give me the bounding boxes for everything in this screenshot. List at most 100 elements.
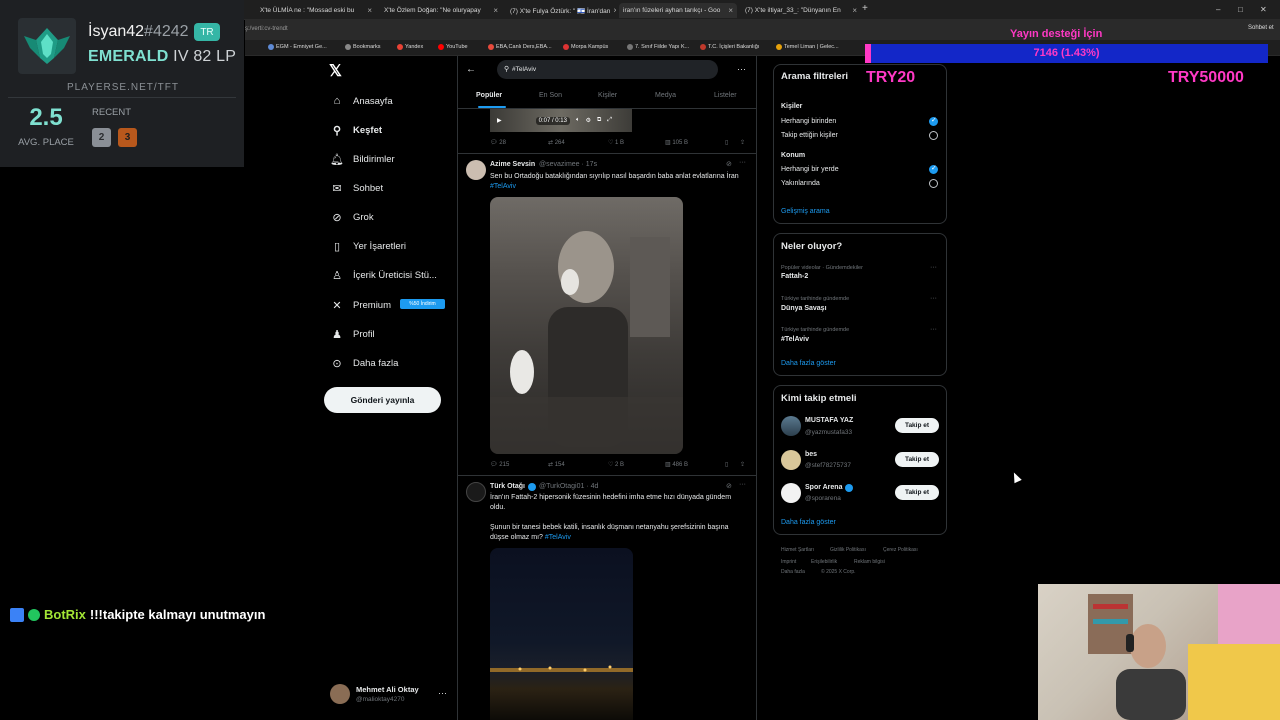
tab-people[interactable]: Kişiler xyxy=(598,92,617,99)
close-icon[interactable]: × xyxy=(613,6,616,15)
fullscreen-icon[interactable]: ⤢ xyxy=(607,117,612,124)
share-icon[interactable]: ⇪ xyxy=(740,461,745,468)
tab-media[interactable]: Medya xyxy=(655,92,676,99)
minimize-icon[interactable]: – xyxy=(1216,5,1220,14)
avatar[interactable] xyxy=(781,450,801,470)
maximize-icon[interactable]: □ xyxy=(1238,5,1243,14)
follow-button[interactable]: Takip et xyxy=(895,452,939,467)
tab-lists[interactable]: Listeler xyxy=(714,92,737,99)
hashtag-link[interactable]: #TelAviv xyxy=(490,183,516,190)
bookmark-icon[interactable]: ▯ xyxy=(725,139,728,146)
tweet-author-name[interactable]: Türk Otağı xyxy=(490,483,525,490)
browser-tab[interactable]: X'te ÜLMİA ne : "Mossad eski bu × xyxy=(256,3,376,18)
trend-item[interactable]: #TelAviv xyxy=(781,336,809,343)
follow-button[interactable]: Takip et xyxy=(895,485,939,500)
account-name[interactable]: Mehmet Ali Oktay xyxy=(356,685,419,694)
nav-item-notifications[interactable]: 🔔︎ Bildirimler xyxy=(330,150,395,168)
back-arrow-icon[interactable]: ← xyxy=(466,64,476,75)
tab-latest[interactable]: En Son xyxy=(539,92,562,99)
avatar[interactable] xyxy=(466,482,486,502)
reply-button[interactable]: 💬︎ 215 xyxy=(490,461,509,468)
repost-button[interactable]: ⇄ 154 xyxy=(548,461,565,468)
captions-icon[interactable]: ⧉ xyxy=(597,117,601,124)
window-close-icon[interactable]: ✕ xyxy=(1260,5,1267,14)
footer-link[interactable]: Gizlilik Politikası xyxy=(830,547,866,553)
avatar[interactable] xyxy=(466,160,486,180)
browser-tab[interactable]: (7) X'te iltiyar_33_: "Dünyanın En × xyxy=(741,3,861,18)
like-button[interactable]: ♡ 1 B xyxy=(608,139,624,146)
more-options-icon[interactable]: ··· xyxy=(930,326,937,333)
show-more-trends-link[interactable]: Daha fazla göster xyxy=(781,360,836,367)
more-options-icon[interactable]: ··· xyxy=(438,688,447,698)
volume-icon[interactable]: 🔈︎ xyxy=(576,117,580,124)
tweet-author-handle[interactable]: @sevazimee · 17s xyxy=(539,161,597,168)
advanced-search-link[interactable]: Gelişmiş arama xyxy=(781,208,830,215)
avatar[interactable] xyxy=(781,483,801,503)
radio[interactable] xyxy=(929,131,938,140)
filter-option[interactable]: Takip ettiğin kişiler xyxy=(781,132,838,139)
nav-item-bookmarks[interactable]: ▯ Yer İşaretleri xyxy=(330,237,406,255)
bookmark-item[interactable]: EBA,Canlı Ders,EBA... xyxy=(488,44,552,50)
avatar[interactable] xyxy=(781,416,801,436)
radio-selected[interactable] xyxy=(929,116,938,126)
filter-option[interactable]: Yakınlarında xyxy=(781,180,820,187)
filter-option[interactable]: Herhangi bir yerde xyxy=(781,166,839,173)
footer-link[interactable]: Daha fazla xyxy=(781,569,805,575)
radio[interactable] xyxy=(929,179,938,188)
close-icon[interactable]: × xyxy=(852,6,857,15)
more-options-icon[interactable]: ··· xyxy=(930,295,937,302)
suggested-user-name[interactable]: bes xyxy=(805,451,817,458)
nav-item-home[interactable]: ⌂ Anasayfa xyxy=(330,92,393,110)
bookmark-item[interactable]: Morpa Kampüs xyxy=(563,44,608,50)
bookmark-item[interactable]: YouTube xyxy=(438,44,468,50)
more-options-icon[interactable]: ··· xyxy=(739,159,746,166)
nav-item-messages[interactable]: ✉ Sohbet xyxy=(330,179,383,197)
nav-item-grok[interactable]: ⊘ Grok xyxy=(330,208,373,226)
nav-item-profile[interactable]: ♟ Profil xyxy=(330,325,375,343)
bookmark-icon[interactable]: ▯ xyxy=(725,461,728,468)
browser-tab[interactable]: X'te Özlem Doğan: "Ne oluryapay × xyxy=(380,3,502,18)
tweet-photo[interactable] xyxy=(490,548,633,720)
grok-icon[interactable]: ⊘ xyxy=(726,160,732,168)
browser-tab[interactable]: (7) X'te Fulya Öztürk: " 🇮🇱 İran'dan × xyxy=(506,3,616,18)
radio-selected[interactable] xyxy=(929,164,938,174)
browser-tab-active[interactable]: iran'ın füzeleri ayhan tarıkçı - Goo × xyxy=(619,3,737,18)
share-icon[interactable]: ⇪ xyxy=(740,139,745,146)
follow-button[interactable]: Takip et xyxy=(895,418,939,433)
nav-item-explore[interactable]: ⚲ Keşfet xyxy=(330,121,382,139)
post-button[interactable]: Gönderi yayınla xyxy=(324,387,441,413)
address-bar[interactable] xyxy=(245,20,1280,40)
suggested-user-handle[interactable]: @yazmustafa33 xyxy=(805,429,852,436)
bookmark-item[interactable]: Temel Liman | Gelec... xyxy=(776,44,839,50)
footer-link[interactable]: Erişilebilirlik xyxy=(811,559,837,565)
chat-button[interactable]: Sohbet et xyxy=(1248,25,1276,31)
search-query[interactable]: #TelAviv xyxy=(512,66,536,73)
nav-item-creator-studio[interactable]: ♙ İçerik Üreticisi Stü... xyxy=(330,266,437,284)
bookmark-item[interactable]: Yandex xyxy=(397,44,423,50)
more-options-icon[interactable]: ··· xyxy=(737,64,746,74)
tweet-photo[interactable] xyxy=(490,197,683,454)
bookmark-item[interactable]: 7. Sınıf Fiilde Yapı K... xyxy=(627,44,689,50)
close-icon[interactable]: × xyxy=(367,6,372,15)
more-options-icon[interactable]: ··· xyxy=(930,264,937,271)
account-handle[interactable]: @malioktay4270 xyxy=(356,696,405,703)
like-button[interactable]: ♡ 2 B xyxy=(608,461,624,468)
grok-icon[interactable]: ⊘ xyxy=(726,482,732,490)
suggested-user-name[interactable]: MUSTAFA YAZ xyxy=(805,417,853,424)
hashtag-link[interactable]: #TelAviv xyxy=(545,534,571,541)
show-more-follow-link[interactable]: Daha fazla göster xyxy=(781,519,836,526)
bookmark-item[interactable]: T.C. İçişleri Bakanlığı xyxy=(700,44,759,50)
suggested-user-handle[interactable]: @stef78275737 xyxy=(805,462,851,469)
settings-icon[interactable]: ⚙ xyxy=(586,117,591,124)
suggested-user-name[interactable]: Spor Arena xyxy=(805,484,842,491)
tab-popular[interactable]: Popüler xyxy=(476,92,502,99)
filter-option[interactable]: Herhangi birinden xyxy=(781,118,836,125)
trend-item[interactable]: Fattah-2 xyxy=(781,273,808,280)
more-options-icon[interactable]: ··· xyxy=(739,481,746,488)
footer-link[interactable]: Çerez Politikası xyxy=(883,547,918,553)
footer-link[interactable]: Hizmet Şartları xyxy=(781,547,814,553)
play-icon[interactable]: ▶ xyxy=(497,117,502,124)
nav-item-premium[interactable]: ✕ Premium xyxy=(330,296,391,314)
avatar[interactable] xyxy=(330,684,350,704)
close-icon[interactable]: × xyxy=(728,6,733,15)
